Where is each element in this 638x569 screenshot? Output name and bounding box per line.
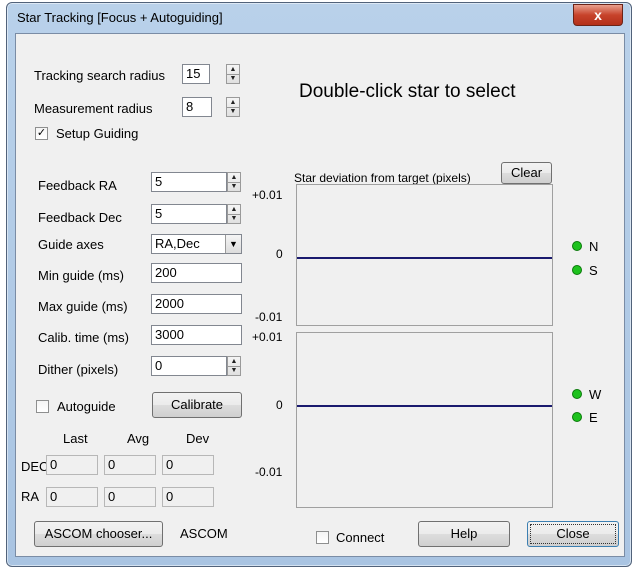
feedback-ra-input[interactable]: 5	[151, 172, 227, 192]
plot-title: Star deviation from target (pixels)	[294, 171, 471, 185]
search-radius-spinner[interactable]: ▲ ▼	[226, 64, 240, 84]
south-indicator	[572, 265, 582, 275]
calib-time-label: Calib. time (ms)	[38, 330, 130, 345]
setup-guiding-label: Setup Guiding	[56, 126, 139, 141]
dialog-body: Tracking search radius 15 ▲ ▼ Measuremen…	[15, 33, 625, 557]
ns-zero-line	[297, 257, 552, 259]
stats-header-avg: Avg	[127, 431, 150, 446]
help-button[interactable]: Help	[418, 521, 510, 547]
ra-last-value: 0	[46, 487, 98, 507]
star-tracking-window: Star Tracking [Focus + Autoguiding] x Tr…	[6, 2, 632, 567]
spin-down-icon[interactable]: ▼	[228, 214, 240, 223]
west-label: W	[589, 387, 602, 402]
calib-time-input[interactable]: 3000	[151, 325, 242, 345]
close-button[interactable]: Close	[527, 521, 619, 547]
search-radius-label: Tracking search radius	[34, 68, 166, 83]
ascom-chooser-button[interactable]: ASCOM chooser...	[34, 521, 163, 547]
search-radius-input[interactable]: 15	[182, 64, 210, 84]
feedback-dec-label: Feedback Dec	[38, 210, 122, 225]
measurement-radius-input[interactable]: 8	[182, 97, 212, 117]
max-guide-label: Max guide (ms)	[38, 299, 128, 314]
we-zero-line	[297, 405, 552, 407]
calibrate-button[interactable]: Calibrate	[152, 392, 242, 418]
spin-down-icon[interactable]: ▼	[228, 182, 240, 191]
measurement-radius-label: Measurement radius	[34, 101, 153, 116]
west-indicator	[572, 389, 582, 399]
min-guide-label: Min guide (ms)	[38, 268, 124, 283]
feedback-dec-input[interactable]: 5	[151, 204, 227, 224]
south-label: S	[589, 263, 598, 278]
dither-spinner[interactable]: ▲ ▼	[227, 356, 241, 376]
spin-down-icon[interactable]: ▼	[228, 366, 240, 375]
guide-axes-select[interactable]: RA,Dec ▼	[151, 234, 242, 254]
title-bar[interactable]: Star Tracking [Focus + Autoguiding] x	[7, 3, 631, 33]
max-guide-input[interactable]: 2000	[151, 294, 242, 314]
guide-axes-label: Guide axes	[38, 237, 104, 252]
ra-dev-value: 0	[162, 487, 214, 507]
feedback-ra-label: Feedback RA	[38, 178, 117, 193]
north-indicator	[572, 241, 582, 251]
connect-checkbox[interactable]	[316, 531, 329, 544]
top-plot-ymin: -0.01	[255, 310, 283, 324]
north-label: N	[589, 239, 599, 254]
clear-button[interactable]: Clear	[501, 162, 552, 184]
autoguide-label: Autoguide	[57, 399, 116, 414]
guide-axes-value: RA,Dec	[155, 236, 200, 251]
window-close-button[interactable]: x	[573, 4, 623, 26]
ascom-label: ASCOM	[180, 526, 228, 541]
we-deviation-plot	[296, 332, 553, 508]
dec-last-value: 0	[46, 455, 98, 475]
top-plot-zero: 0	[276, 247, 283, 261]
connect-label: Connect	[336, 530, 385, 545]
stats-header-dev: Dev	[186, 431, 210, 446]
bottom-plot-ymin: -0.01	[255, 465, 283, 479]
spin-down-icon[interactable]: ▼	[227, 74, 239, 83]
chevron-down-icon[interactable]: ▼	[225, 235, 241, 253]
dither-input[interactable]: 0	[151, 356, 227, 376]
feedback-ra-spinner[interactable]: ▲ ▼	[227, 172, 241, 192]
setup-guiding-checkbox[interactable]: ✓	[35, 127, 48, 140]
dec-row-label: DEC	[21, 459, 49, 474]
feedback-dec-spinner[interactable]: ▲ ▼	[227, 204, 241, 224]
instruction-text: Double-click star to select	[299, 81, 516, 102]
east-label: E	[589, 410, 598, 425]
dither-label: Dither (pixels)	[38, 362, 119, 377]
dec-avg-value: 0	[104, 455, 156, 475]
ns-deviation-plot	[296, 184, 553, 326]
min-guide-input[interactable]: 200	[151, 263, 242, 283]
east-indicator	[572, 412, 582, 422]
ra-avg-value: 0	[104, 487, 156, 507]
measurement-radius-spinner[interactable]: ▲ ▼	[226, 97, 240, 117]
stats-header-last: Last	[63, 431, 88, 446]
spin-down-icon[interactable]: ▼	[227, 107, 239, 116]
bottom-plot-ymax: +0.01	[252, 330, 283, 344]
window-title: Star Tracking [Focus + Autoguiding]	[17, 10, 223, 25]
bottom-plot-zero: 0	[276, 398, 283, 412]
top-plot-ymax: +0.01	[252, 188, 283, 202]
dec-dev-value: 0	[162, 455, 214, 475]
ra-row-label: RA	[21, 489, 40, 504]
autoguide-checkbox[interactable]	[36, 400, 49, 413]
